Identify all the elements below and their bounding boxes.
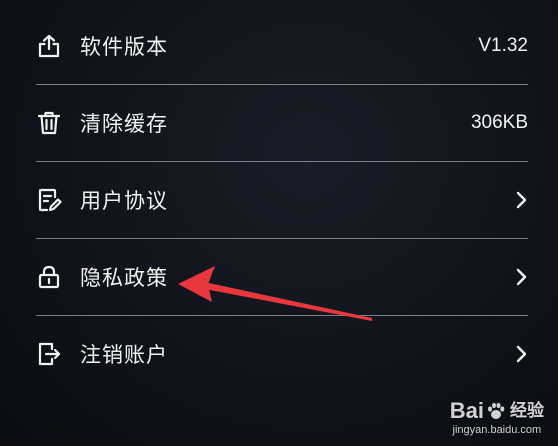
chevron-right-icon [514,267,528,287]
settings-row-label: 用户协议 [80,189,168,213]
logout-icon [36,341,62,367]
document-edit-icon [36,187,62,213]
chevron-right-icon [514,344,528,364]
cache-size-value: 306KB [470,112,528,133]
settings-row-delete-account[interactable]: 注销账户 [0,316,558,392]
settings-row-label: 注销账户 [80,343,168,367]
watermark-brand: Bai 经验 [450,400,544,422]
trash-icon [36,110,62,136]
settings-row-label: 隐私政策 [80,266,168,290]
settings-row-user-agreement[interactable]: 用户协议 [0,162,558,239]
chevron-right-icon [514,190,528,210]
version-value: V1.32 [478,35,528,56]
settings-screen: 软件版本 V1.32 清除缓存 306KB 用户协议 隐私政策 注销账户 Bai… [0,0,558,446]
settings-row-label: 清除缓存 [80,112,168,136]
paw-icon [486,401,506,421]
settings-row-privacy-policy[interactable]: 隐私政策 [0,239,558,316]
settings-list: 软件版本 V1.32 清除缓存 306KB 用户协议 隐私政策 注销账户 [0,8,558,393]
settings-row-label: 软件版本 [80,35,168,59]
watermark-brand-right: 经验 [510,401,544,421]
settings-row-clear-cache[interactable]: 清除缓存 306KB [0,85,558,162]
share-upload-icon [36,33,62,59]
watermark-brand-left: Bai [449,398,484,423]
settings-row-version[interactable]: 软件版本 V1.32 [0,8,558,85]
lock-icon [36,264,62,290]
watermark-site: jingyan.baidu.com [452,424,542,436]
baidu-jingyan-watermark: Bai 经验 jingyan.baidu.com [450,400,544,437]
